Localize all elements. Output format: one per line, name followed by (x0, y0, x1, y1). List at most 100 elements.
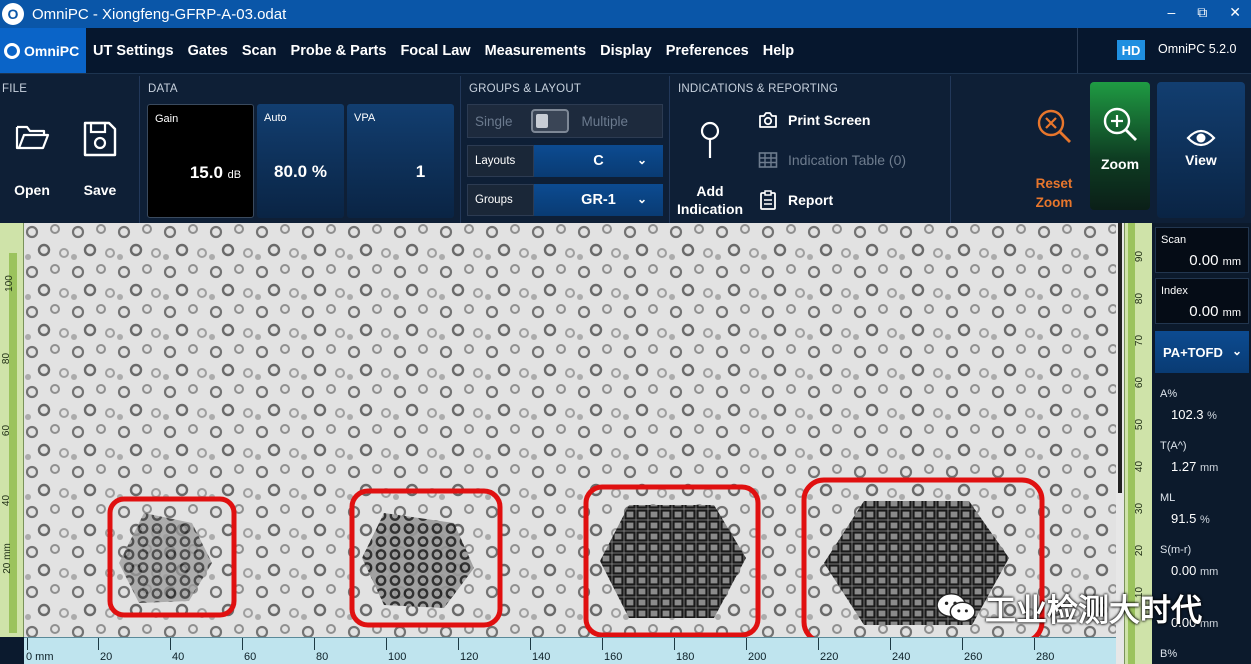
reading-mode-dropdown[interactable]: PA+TOFD ⌄ (1155, 331, 1249, 373)
bottom-tick (386, 638, 387, 650)
measure-unit: mm (1199, 462, 1219, 474)
reset-zoom-line2: Zoom (1035, 195, 1073, 210)
bottom-tick (890, 638, 891, 650)
left-ruler-bar (9, 253, 17, 633)
menu-preferences[interactable]: Preferences (659, 43, 756, 59)
ribbon: FILE Open Save DATA Gain 15.0 dB Auto 80… (0, 73, 1251, 224)
scrollbar-thumb[interactable] (1118, 223, 1122, 493)
vpa-value: 1 (415, 162, 426, 181)
index-readout[interactable]: Index 0.00 mm (1155, 278, 1249, 324)
pin-icon (700, 121, 720, 158)
reset-zoom-line1: Reset (1035, 176, 1073, 191)
layouts-dropdown[interactable]: Layouts C ⌄ (467, 145, 663, 177)
single-multiple-toggle[interactable]: Single Multiple (467, 104, 663, 138)
menu-scan[interactable]: Scan (235, 43, 284, 59)
restore-icon[interactable]: ⧉ (1197, 4, 1207, 21)
minimize-icon[interactable]: – (1167, 4, 1175, 21)
menu-bar: OmniPC UT Settings Gates Scan Probe & Pa… (0, 28, 1251, 73)
indication-table-button[interactable]: Indication Table (0) (758, 151, 906, 169)
open-button[interactable]: Open (10, 122, 54, 198)
c-scan-image (24, 223, 1116, 637)
bottom-tick-label: 120 (460, 651, 479, 663)
groups-value: GR-1 (581, 192, 616, 208)
bottom-tick (314, 638, 315, 650)
bottom-tick-label: 160 (604, 651, 623, 663)
left-tick-label: 40 (1, 494, 13, 507)
print-screen-button[interactable]: Print Screen (758, 111, 870, 129)
reset-zoom-icon (1037, 109, 1071, 143)
omnipc-menu-button[interactable]: OmniPC (0, 28, 86, 73)
bottom-tick-label: 0 mm (26, 651, 54, 663)
bottom-tick (242, 638, 243, 650)
gain-unit: dB (227, 169, 242, 181)
add-indication-button[interactable]: Add Indication (672, 120, 748, 218)
ribbon-divider (460, 76, 461, 224)
bottom-tick-label: 200 (748, 651, 767, 663)
measure-unit: mm (1199, 566, 1219, 578)
gain-field[interactable]: Gain 15.0 dB (147, 104, 254, 218)
menu-help[interactable]: Help (756, 43, 801, 59)
left-ruler: 100 80 60 40 20 mm (0, 223, 24, 637)
bottom-tick-label: 80 (316, 651, 329, 663)
bottom-tick-label: 60 (244, 651, 257, 663)
clipboard-icon (760, 190, 776, 210)
bottom-tick-label: 180 (676, 651, 695, 663)
close-icon[interactable]: ✕ (1229, 4, 1241, 21)
bottom-tick (530, 638, 531, 650)
vpa-field[interactable]: VPA 1 (347, 104, 454, 218)
menu-focal-law[interactable]: Focal Law (393, 43, 477, 59)
scan-readout[interactable]: Scan 0.00 mm (1155, 227, 1249, 273)
groups-dropdown[interactable]: Groups GR-1 ⌄ (467, 184, 663, 216)
measure-unit: % (1207, 410, 1217, 422)
window-title: OmniPC - Xiongfeng-GFRP-A-03.odat (32, 5, 287, 23)
measure-value: 91.5 (1171, 511, 1197, 526)
groups-section-label: GROUPS & LAYOUT (469, 83, 582, 95)
measure-value: 102.3 (1171, 407, 1204, 422)
auto-value: 80.0 % (274, 162, 327, 181)
view-button[interactable]: View (1157, 82, 1245, 218)
ribbon-divider (139, 76, 140, 224)
c-scan-view[interactable] (24, 223, 1116, 637)
auto-field[interactable]: Auto 80.0 % (257, 104, 344, 218)
save-button[interactable]: Save (78, 120, 122, 198)
scan-readout-unit: mm (1222, 256, 1241, 268)
menu-display[interactable]: Display (593, 43, 659, 59)
report-label: Report (788, 192, 834, 208)
chevron-down-icon: ⌄ (636, 192, 647, 206)
bottom-tick-label: 140 (532, 651, 551, 663)
right-tick-label: 70 (1134, 334, 1146, 347)
bottom-tick (674, 638, 675, 650)
title-bar: O OmniPC - Xiongfeng-GFRP-A-03.odat – ⧉ … (0, 0, 1251, 28)
zoom-label: Zoom (1100, 156, 1140, 172)
folder-open-icon (15, 125, 50, 150)
toggle-switch[interactable] (530, 109, 569, 133)
menu-ut-settings[interactable]: UT Settings (86, 43, 181, 59)
left-tick-label: 80 (1, 352, 13, 365)
chevron-down-icon: ⌄ (1231, 344, 1242, 358)
reset-zoom-button[interactable]: Reset Zoom (1028, 104, 1080, 212)
bottom-tick (746, 638, 747, 650)
ribbon-divider (669, 76, 670, 224)
bottom-tick-label: 20 (100, 651, 113, 663)
bottom-tick (98, 638, 99, 650)
gain-label: Gain (155, 113, 179, 125)
menu-probe-parts[interactable]: Probe & Parts (284, 43, 394, 59)
zoom-button[interactable]: Zoom (1090, 82, 1150, 210)
report-button[interactable]: Report (758, 190, 833, 210)
vpa-label: VPA (354, 112, 376, 124)
print-screen-label: Print Screen (788, 112, 871, 128)
brand-label: OmniPC (24, 42, 80, 59)
menu-gates[interactable]: Gates (181, 43, 235, 59)
bottom-tick-label: 220 (820, 651, 839, 663)
app-logo-icon: O (2, 3, 24, 25)
hd-badge[interactable]: HD (1117, 40, 1145, 60)
menu-measurements[interactable]: Measurements (478, 43, 594, 59)
multiple-option: Multiple (581, 113, 629, 129)
bottom-tick (1034, 638, 1035, 650)
measure-unit: % (1199, 514, 1210, 526)
bottom-tick-label: 260 (964, 651, 983, 663)
right-tick-label: 30 (1134, 502, 1146, 515)
bottom-tick-label: 40 (172, 651, 185, 663)
measure-label: S(m-r) (1160, 544, 1192, 556)
measure-unit: mm (1199, 618, 1219, 630)
